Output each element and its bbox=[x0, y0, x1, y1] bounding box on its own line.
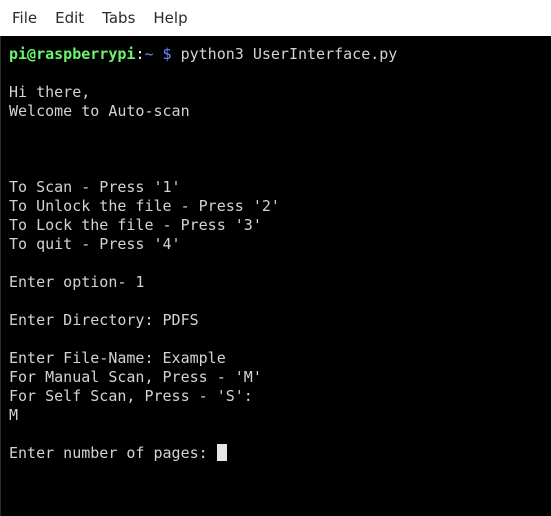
prompt-path: ~ bbox=[144, 45, 154, 63]
output-option-3: To Lock the file - Press '3' bbox=[9, 216, 262, 234]
menu-help[interactable]: Help bbox=[144, 0, 196, 36]
menu-bar: File Edit Tabs Help bbox=[0, 0, 551, 36]
output-welcome: Welcome to Auto-scan bbox=[9, 102, 190, 120]
menu-file[interactable]: File bbox=[0, 0, 46, 36]
output-enter-filename: Enter File-Name: Example bbox=[9, 349, 226, 367]
output-greeting: Hi there, bbox=[9, 83, 91, 101]
input-line: Enter number of pages: bbox=[9, 444, 551, 463]
output-scan-choice: M bbox=[9, 406, 19, 424]
output-option-4: To quit - Press '4' bbox=[9, 235, 181, 253]
output-option-2: To Unlock the file - Press '2' bbox=[9, 197, 280, 215]
prompt-command: python3 UserInterface.py bbox=[180, 45, 398, 63]
menu-edit[interactable]: Edit bbox=[46, 0, 93, 36]
terminal-output[interactable]: pi@raspberrypi:~ $ python3 UserInterface… bbox=[0, 36, 551, 516]
prompt-line: pi@raspberrypi:~ $ python3 UserInterface… bbox=[9, 45, 551, 64]
prompt-user-host: pi@raspberrypi bbox=[9, 45, 136, 63]
output-enter-pages: Enter number of pages: bbox=[9, 444, 217, 462]
menu-tabs[interactable]: Tabs bbox=[93, 0, 144, 36]
output-self-scan: For Self Scan, Press - 'S': bbox=[9, 387, 253, 405]
output-manual-scan: For Manual Scan, Press - 'M' bbox=[9, 368, 262, 386]
text-cursor[interactable] bbox=[216, 444, 227, 461]
prompt-symbol: $ bbox=[162, 45, 172, 63]
output-enter-option: Enter option- 1 bbox=[9, 273, 145, 291]
terminal-window: File Edit Tabs Help pi@raspberrypi:~ $ p… bbox=[0, 0, 551, 516]
output-enter-directory: Enter Directory: PDFS bbox=[9, 311, 199, 329]
output-option-1: To Scan - Press '1' bbox=[9, 178, 181, 196]
